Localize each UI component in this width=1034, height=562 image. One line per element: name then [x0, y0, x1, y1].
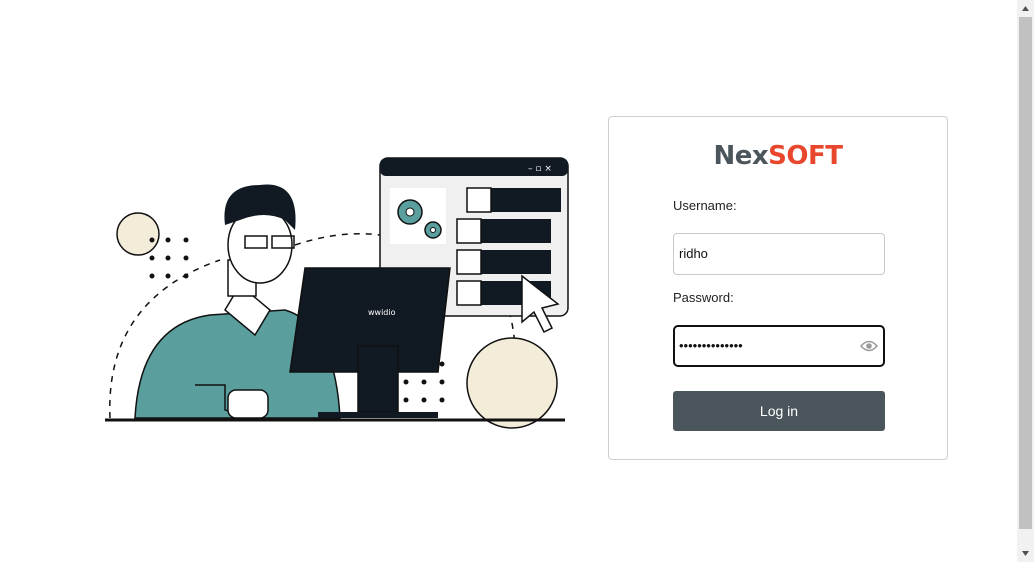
app-logo: NexSOFT	[609, 141, 947, 171]
monitor-text: wwidio	[368, 308, 396, 317]
login-button[interactable]: Log in	[673, 391, 885, 431]
scrollbar-thumb[interactable]	[1019, 17, 1032, 529]
logo-soft: SOFT	[768, 141, 843, 171]
vertical-scrollbar[interactable]	[1017, 0, 1034, 562]
scroll-up-arrow-icon[interactable]	[1017, 0, 1034, 17]
password-label: Password:	[673, 290, 734, 305]
eye-icon[interactable]	[860, 339, 878, 353]
developer-at-computer-illustration: – ▫ × wwidio	[105, 157, 569, 429]
username-field-wrapper	[673, 233, 885, 275]
username-input[interactable]	[674, 234, 849, 272]
password-input[interactable]	[675, 327, 849, 363]
scroll-down-arrow-icon[interactable]	[1017, 545, 1034, 562]
svg-text:– ▫ ×: – ▫ ×	[528, 164, 552, 174]
login-card: NexSOFT Username: Password: Log in	[608, 116, 948, 460]
logo-nex: Nex	[713, 141, 769, 171]
password-field-wrapper	[673, 325, 885, 367]
username-label: Username:	[673, 198, 737, 213]
hero-illustration: – ▫ × wwidio	[100, 150, 575, 430]
